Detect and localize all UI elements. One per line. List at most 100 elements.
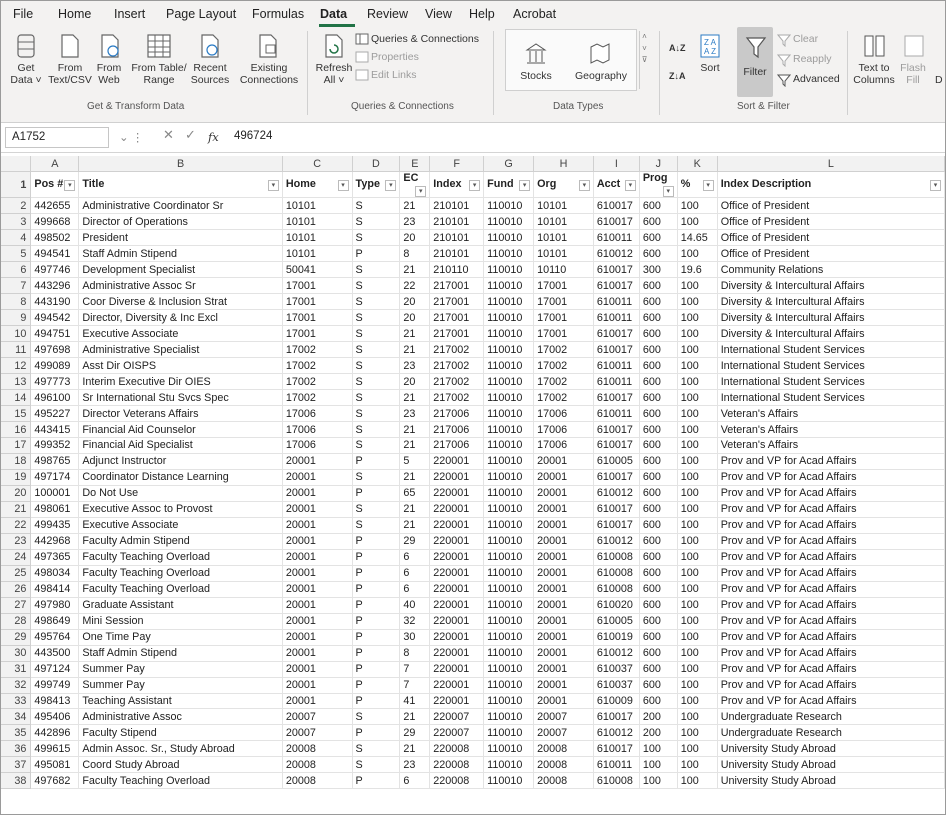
cell[interactable]: 17002: [282, 341, 353, 359]
cell[interactable]: 220001: [429, 645, 485, 662]
cell[interactable]: 600: [639, 421, 678, 438]
cell[interactable]: 220001: [429, 469, 485, 486]
cell[interactable]: 443296: [30, 277, 80, 295]
cell[interactable]: Faculty Stipend: [78, 724, 283, 742]
cell[interactable]: 498502: [30, 229, 80, 247]
cell[interactable]: 217002: [429, 389, 485, 407]
cell[interactable]: 210101: [429, 213, 485, 231]
reapply-button[interactable]: Reapply: [793, 53, 832, 66]
column-title-cell[interactable]: Fund ▾: [483, 171, 535, 199]
cell[interactable]: 110010: [483, 213, 535, 231]
cell[interactable]: 499749: [30, 677, 80, 694]
cell[interactable]: Director, Diversity & Inc Excl: [78, 309, 283, 327]
column-header[interactable]: L: [717, 156, 945, 173]
cell[interactable]: 110010: [483, 437, 535, 454]
tab-insert[interactable]: Insert: [114, 7, 145, 21]
cell[interactable]: 100: [677, 469, 718, 486]
row-header[interactable]: 25: [1, 565, 32, 582]
cell[interactable]: 20007: [282, 708, 353, 726]
cell[interactable]: S: [352, 293, 401, 311]
cell[interactable]: Faculty Teaching Overload: [78, 565, 283, 582]
cell[interactable]: 110010: [483, 740, 535, 758]
cell[interactable]: 217002: [429, 373, 485, 391]
cell[interactable]: 17006: [533, 437, 594, 454]
cell[interactable]: 20008: [282, 740, 353, 758]
row-header[interactable]: 32: [1, 677, 32, 694]
cell[interactable]: 496100: [30, 389, 80, 407]
cell[interactable]: S: [352, 341, 401, 359]
cell[interactable]: P: [352, 485, 401, 502]
cell[interactable]: 32: [399, 613, 431, 630]
cell[interactable]: S: [352, 501, 401, 518]
filter-dropdown-icon[interactable]: ▾: [267, 180, 279, 192]
cell[interactable]: 600: [639, 293, 678, 311]
cell[interactable]: 20001: [533, 629, 594, 646]
cell[interactable]: Prov and VP for Acad Affairs: [717, 517, 945, 534]
cell[interactable]: 499615: [30, 740, 80, 758]
row-header[interactable]: 22: [1, 517, 32, 534]
cell[interactable]: Diversity & Intercultural Affairs: [717, 293, 945, 311]
cell[interactable]: Coord Study Abroad: [78, 756, 283, 774]
row-header[interactable]: 27: [1, 597, 32, 614]
filter-dropdown-icon[interactable]: ▾: [578, 180, 590, 192]
cell[interactable]: 100: [677, 661, 718, 678]
row-header[interactable]: 9: [1, 309, 32, 327]
cell[interactable]: 100: [677, 756, 718, 774]
cell[interactable]: 20001: [533, 549, 594, 566]
cell[interactable]: Coor Diverse & Inclusion Strat: [78, 293, 283, 311]
cell[interactable]: Prov and VP for Acad Affairs: [717, 581, 945, 598]
cell[interactable]: 110010: [483, 565, 535, 582]
cell[interactable]: 610012: [593, 485, 640, 502]
cell[interactable]: University Study Abroad: [717, 740, 945, 758]
cell[interactable]: 610017: [593, 437, 640, 454]
cell[interactable]: 20001: [282, 645, 353, 662]
cell[interactable]: 21: [399, 421, 431, 438]
column-header[interactable]: E: [399, 156, 431, 173]
column-header[interactable]: J: [639, 156, 678, 173]
cell[interactable]: 610005: [593, 453, 640, 470]
cell[interactable]: Faculty Admin Stipend: [78, 533, 283, 550]
cell[interactable]: Prov and VP for Acad Affairs: [717, 549, 945, 566]
cell[interactable]: Prov and VP for Acad Affairs: [717, 453, 945, 470]
cell[interactable]: 610017: [593, 277, 640, 295]
cell[interactable]: Executive Assoc to Provost: [78, 501, 283, 518]
properties-button[interactable]: Properties: [371, 51, 419, 64]
cell[interactable]: 17002: [533, 341, 594, 359]
cell[interactable]: 499352: [30, 437, 80, 454]
tab-page-layout[interactable]: Page Layout: [166, 7, 236, 21]
row-header[interactable]: 5: [1, 245, 32, 263]
cell[interactable]: 23: [399, 357, 431, 375]
row-header[interactable]: 38: [1, 772, 32, 790]
cell[interactable]: 10101: [533, 197, 594, 215]
filter-dropdown-icon[interactable]: ▾: [469, 180, 481, 192]
cell[interactable]: 20001: [533, 469, 594, 486]
cell[interactable]: 610011: [593, 309, 640, 327]
cell[interactable]: 110010: [483, 772, 535, 790]
cell[interactable]: Prov and VP for Acad Affairs: [717, 485, 945, 502]
cell[interactable]: 100: [677, 708, 718, 726]
cell[interactable]: 497124: [30, 661, 80, 678]
cell[interactable]: 220007: [429, 724, 485, 742]
tab-acrobat[interactable]: Acrobat: [513, 7, 556, 21]
cell[interactable]: 17001: [282, 325, 353, 343]
cell[interactable]: 20: [399, 293, 431, 311]
row-header[interactable]: 36: [1, 740, 32, 758]
cell[interactable]: 300: [639, 261, 678, 279]
name-box[interactable]: A1752: [5, 127, 109, 148]
column-title-cell[interactable]: Acct ▾: [593, 171, 640, 199]
from-web-button[interactable]: From Web: [93, 62, 125, 86]
tab-formulas[interactable]: Formulas: [252, 7, 304, 21]
cell[interactable]: 17001: [533, 325, 594, 343]
cell[interactable]: Office of President: [717, 197, 945, 215]
cell[interactable]: 110010: [483, 245, 535, 263]
cell[interactable]: 600: [639, 341, 678, 359]
cell[interactable]: 220001: [429, 485, 485, 502]
cell[interactable]: Financial Aid Counselor: [78, 421, 283, 438]
cell[interactable]: 217002: [429, 341, 485, 359]
cell[interactable]: 200: [639, 724, 678, 742]
cell[interactable]: 17006: [533, 421, 594, 438]
cell[interactable]: 443415: [30, 421, 80, 438]
cell[interactable]: 600: [639, 645, 678, 662]
cell[interactable]: 217001: [429, 325, 485, 343]
filter-dropdown-icon[interactable]: ▾: [64, 180, 76, 192]
